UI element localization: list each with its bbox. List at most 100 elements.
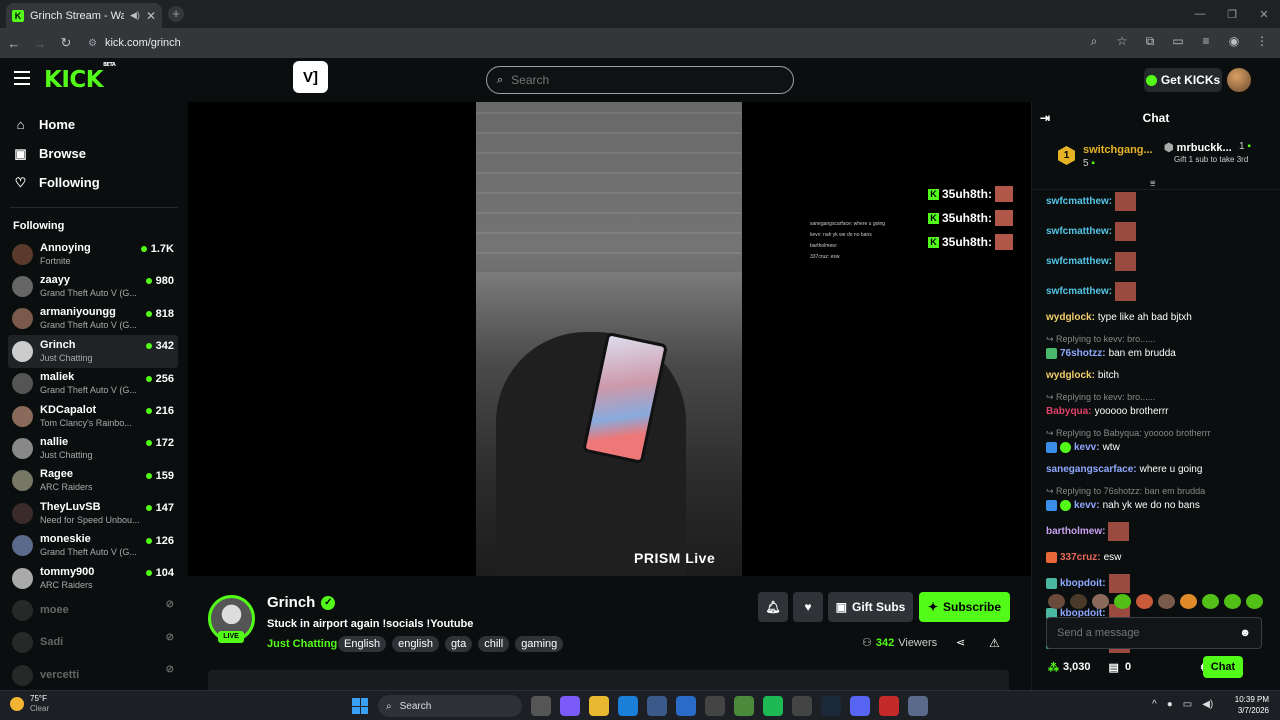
- tag[interactable]: English: [338, 636, 387, 652]
- gift-subs-button[interactable]: ▣ Gift Subs: [828, 592, 913, 622]
- chat-username[interactable]: bartholmew:: [1046, 526, 1105, 537]
- search-bar[interactable]: ⌕: [486, 66, 794, 94]
- follow-button[interactable]: ♥: [793, 592, 823, 622]
- sidebar-channel[interactable]: TheyLuvSB Need for Speed Unbou... 147: [0, 497, 178, 529]
- settings-icon[interactable]: [908, 696, 928, 716]
- browser-tab[interactable]: K Grinch Stream - Watch Live ◀) ✕: [6, 3, 162, 28]
- emote-icon[interactable]: [1092, 594, 1109, 609]
- chat-username[interactable]: kevv:: [1074, 442, 1100, 453]
- chat-username[interactable]: kevv:: [1074, 500, 1100, 511]
- tab-close-icon[interactable]: ✕: [146, 9, 156, 23]
- sidebar-channel[interactable]: Ragee ARC Raiders 159: [0, 465, 178, 497]
- site-info-icon[interactable]: ⚙: [88, 38, 97, 49]
- collapse-chat-icon[interactable]: ⇥: [1040, 111, 1050, 125]
- opera-icon[interactable]: [879, 696, 899, 716]
- emote-icon[interactable]: [1158, 594, 1175, 609]
- notification-bell-button[interactable]: 🔔︎: [758, 592, 788, 622]
- video-player[interactable]: PRISM Live sanegangscarface: where u goi…: [188, 102, 1031, 576]
- zoom-icon[interactable]: ⌕: [1084, 34, 1104, 49]
- user-avatar[interactable]: [1227, 68, 1251, 92]
- chat-username[interactable]: swfcmatthew:: [1046, 226, 1112, 237]
- url-field[interactable]: ⚙ kick.com/grinch: [88, 37, 181, 49]
- sidebar-channel[interactable]: tommy900 ARC Raiders 104: [0, 562, 178, 594]
- tray-chevron-icon[interactable]: ^: [1152, 699, 1157, 710]
- streamer-name[interactable]: Grinch ✓: [267, 594, 336, 611]
- volume-icon[interactable]: ◀): [1202, 699, 1213, 710]
- back-icon[interactable]: ←: [2, 36, 26, 51]
- profile-icon[interactable]: ◉: [1224, 34, 1244, 49]
- mic-icon[interactable]: ●: [1167, 699, 1173, 710]
- steam-icon[interactable]: [821, 696, 841, 716]
- maximize-icon[interactable]: ❐: [1216, 0, 1248, 28]
- sidebar-channel[interactable]: nallie Just Chatting 172: [0, 432, 178, 464]
- chat-input[interactable]: [1057, 627, 1240, 639]
- reading-list-icon[interactable]: ≡: [1196, 34, 1216, 49]
- start-button[interactable]: [352, 698, 368, 714]
- minimize-icon[interactable]: —: [1184, 0, 1216, 28]
- emote-icon[interactable]: [1048, 594, 1065, 609]
- emote-icon[interactable]: [1114, 594, 1131, 609]
- leaderboard-user-2[interactable]: ⬢ mrbuckk...: [1164, 141, 1232, 154]
- edge-icon[interactable]: [618, 696, 638, 716]
- tag[interactable]: english: [392, 636, 439, 652]
- chat-username[interactable]: Babyqua:: [1046, 406, 1092, 417]
- sidebar-channel[interactable]: maliek Grand Theft Auto V (G... 256: [0, 368, 178, 400]
- copilot-icon[interactable]: [560, 696, 580, 716]
- cast-icon[interactable]: ▭: [1168, 34, 1188, 49]
- emote-icon[interactable]: [1202, 594, 1219, 609]
- sidebar-channel[interactable]: Grinch Just Chatting 342: [8, 335, 178, 368]
- reload-icon[interactable]: ↻: [54, 35, 78, 51]
- sidebar-channel[interactable]: moneskie Grand Theft Auto V (G... 126: [0, 530, 178, 562]
- menu-icon[interactable]: [14, 71, 30, 87]
- vibe-logo-icon[interactable]: V]: [293, 61, 328, 93]
- sidebar-channel-offline[interactable]: moee ⊘: [0, 594, 178, 626]
- emote-icon[interactable]: [1180, 594, 1197, 609]
- chat-username[interactable]: wydglock:: [1046, 370, 1095, 381]
- gifts-count[interactable]: ▤ 0: [1109, 661, 1132, 674]
- sidebar-channel-offline[interactable]: Sadi ⊘: [0, 627, 178, 659]
- extensions-icon[interactable]: ⧉: [1140, 34, 1160, 49]
- taskbar-search[interactable]: ⌕ Search: [378, 695, 522, 717]
- more-menu-icon[interactable]: ⋮: [1252, 34, 1272, 49]
- chat-username[interactable]: kbopdoit:: [1060, 578, 1106, 589]
- search-input[interactable]: [511, 73, 772, 87]
- emote-icon[interactable]: [1246, 594, 1263, 609]
- kick-logo[interactable]: KICKBETA: [44, 62, 116, 93]
- chat-username[interactable]: swfcmatthew:: [1046, 286, 1112, 297]
- sidebar-channel[interactable]: armaniyoungg Grand Theft Auto V (G... 818: [0, 303, 178, 335]
- sidebar-channel[interactable]: Annoying Fortnite 1.7K: [0, 238, 178, 270]
- close-window-icon[interactable]: ✕: [1248, 0, 1280, 28]
- chat-username[interactable]: swfcmatthew:: [1046, 256, 1112, 267]
- nav-following[interactable]: ♡ Following: [0, 168, 188, 197]
- tag[interactable]: gaming: [515, 636, 564, 652]
- channel-points[interactable]: ⁂ 3,030: [1048, 661, 1091, 674]
- chrome-icon[interactable]: [734, 696, 754, 716]
- chat-username[interactable]: 76shotzz:: [1060, 348, 1106, 359]
- speaker-icon[interactable]: ◀): [130, 10, 140, 21]
- file-explorer-icon[interactable]: [589, 696, 609, 716]
- nav-browse[interactable]: ▣ Browse: [0, 139, 188, 168]
- subscribe-button[interactable]: ✦ Subscribe: [919, 592, 1010, 622]
- sidebar-channel-offline[interactable]: vercetti ⊘: [0, 659, 178, 690]
- forward-icon[interactable]: →: [28, 36, 52, 51]
- nav-home[interactable]: ⌂ Home: [0, 110, 188, 139]
- chat-username[interactable]: swfcmatthew:: [1046, 196, 1112, 207]
- get-kicks-button[interactable]: Get KICKs: [1144, 68, 1222, 92]
- discord-icon[interactable]: [850, 696, 870, 716]
- store-icon[interactable]: [647, 696, 667, 716]
- chat-input-box[interactable]: ☻: [1046, 617, 1262, 649]
- chat-username[interactable]: wydglock:: [1046, 312, 1095, 323]
- leaderboard-user-1[interactable]: switchgang...: [1083, 144, 1153, 156]
- stream-category[interactable]: Just Chatting: [267, 638, 337, 650]
- send-chat-button[interactable]: Chat: [1203, 656, 1243, 678]
- xbox-icon[interactable]: [792, 696, 812, 716]
- clock[interactable]: 10:39 PM 3/7/2026: [1225, 694, 1269, 716]
- spotify-icon[interactable]: [763, 696, 783, 716]
- tag[interactable]: chill: [478, 636, 510, 652]
- emote-icon[interactable]: [1070, 594, 1087, 609]
- task-view-icon[interactable]: [531, 696, 551, 716]
- weather-widget[interactable]: 75°F Clear: [10, 694, 49, 714]
- emote-icon[interactable]: [1136, 594, 1153, 609]
- network-icon[interactable]: ▭: [1183, 699, 1192, 710]
- chat-username[interactable]: 337cruz:: [1060, 552, 1101, 563]
